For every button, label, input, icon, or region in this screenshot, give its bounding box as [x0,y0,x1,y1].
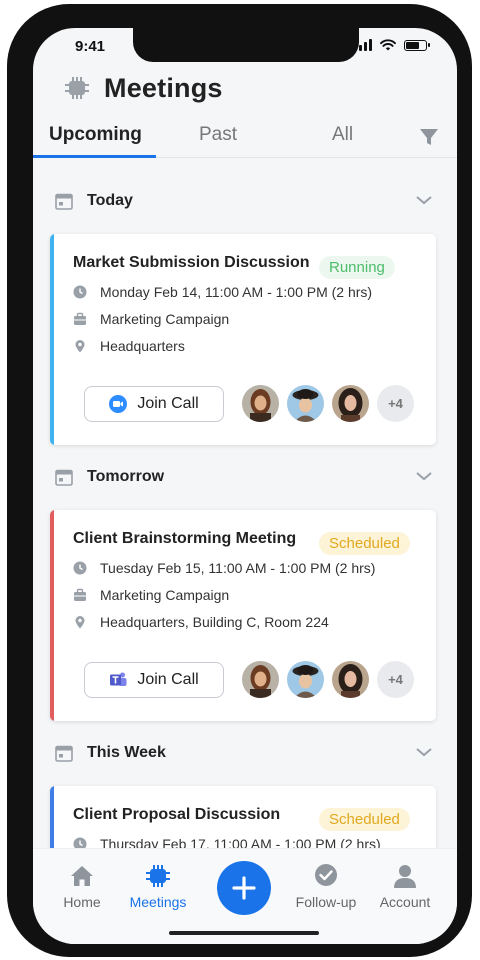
status-badge: Running [319,256,395,279]
active-tab-indicator [33,155,156,158]
tab-past[interactable]: Past [199,124,237,146]
meeting-time-row: Monday Feb 14, 11:00 AM - 1:00 PM (2 hrs… [73,282,372,302]
more-attendees-badge[interactable]: +4 [377,385,414,422]
meeting-time: Monday Feb 14, 11:00 AM - 1:00 PM (2 hrs… [100,284,373,300]
clock-icon [73,561,87,575]
meeting-card[interactable]: Client Brainstorming Meeting Scheduled T… [50,510,436,721]
nav-label: Home [63,894,101,910]
status-badge: Scheduled [319,532,410,555]
meeting-campaign-row: Marketing Campaign [73,585,229,605]
header: Meetings [33,68,457,108]
section-label: Today [87,192,133,209]
nav-home[interactable]: Home [42,863,122,910]
chevron-down-icon[interactable] [415,193,433,207]
wifi-icon [380,39,396,51]
meeting-time-row: Tuesday Feb 15, 11:00 AM - 1:00 PM (2 hr… [73,558,375,578]
avatar [242,385,279,422]
location-pin-icon [75,616,85,629]
plus-icon [232,876,256,900]
nav-label: Meetings [129,894,187,910]
meeting-campaign: Marketing Campaign [100,311,230,327]
card-accent-bar [50,786,54,849]
calendar-icon [55,193,73,210]
phone-frame: 9:41 Meetings Upcoming Past All Today Ma… [7,4,472,957]
clock-icon [73,285,87,299]
more-attendees-badge[interactable]: +4 [377,661,414,698]
section-header-tomorrow[interactable]: Tomorrow [33,462,457,492]
join-call-button[interactable]: Join Call [84,386,224,422]
briefcase-icon [74,588,86,601]
nav-label: Follow-up [295,894,357,910]
meeting-title: Client Brainstorming Meeting [73,530,297,547]
location-pin-icon [75,340,85,353]
teams-icon [110,672,127,686]
join-call-button[interactable]: Join Call [84,662,224,698]
screen: 9:41 Meetings Upcoming Past All Today Ma… [33,28,457,944]
meeting-title: Client Proposal Discussion [73,806,281,823]
attendee-avatars[interactable]: +4 [242,661,414,698]
meeting-title: Market Submission Discussion [73,254,310,271]
filter-icon[interactable] [419,127,439,147]
page-title: Meetings [104,72,223,103]
meeting-card[interactable]: Market Submission Discussion Running Mon… [50,234,436,445]
chip-icon [146,865,170,887]
chip-icon [65,77,89,99]
attendee-avatars[interactable]: +4 [242,385,414,422]
briefcase-icon [74,312,86,325]
meeting-time-row: Thursday Feb 17, 11:00 AM - 1:00 PM (2 h… [73,834,381,849]
nav-meetings[interactable]: Meetings [118,863,198,910]
chevron-down-icon[interactable] [415,745,433,759]
status-badge: Scheduled [319,808,410,831]
zoom-icon [109,395,128,413]
tab-upcoming[interactable]: Upcoming [49,124,142,146]
calendar-icon [55,469,73,486]
person-icon [394,865,416,888]
notch [133,28,359,62]
tab-all[interactable]: All [332,124,353,146]
meeting-campaign-row: Marketing Campaign [73,309,229,329]
meeting-location: Headquarters [100,338,185,354]
avatar [332,661,369,698]
avatar [332,385,369,422]
nav-label: Account [379,894,431,910]
check-circle-icon [315,864,337,886]
home-icon [71,866,93,886]
meeting-list: Today Market Submission Discussion Runni… [33,159,457,849]
join-call-label: Join Call [137,671,199,688]
meeting-card[interactable]: Client Proposal Discussion Scheduled Thu… [50,786,436,849]
home-indicator [169,931,319,935]
section-header-this-week[interactable]: This Week [33,738,457,768]
meeting-time: Tuesday Feb 15, 11:00 AM - 1:00 PM (2 hr… [100,560,376,576]
tab-bar: Upcoming Past All [33,118,457,158]
nav-account[interactable]: Account [365,863,445,910]
calendar-icon [55,745,73,762]
avatar [287,385,324,422]
meeting-location-row: Headquarters, Building C, Room 224 [73,612,329,632]
avatar [242,661,279,698]
section-label: This Week [87,744,166,761]
card-accent-bar [50,510,54,721]
chevron-down-icon[interactable] [415,469,433,483]
meeting-location-row: Headquarters [73,336,185,356]
section-label: Tomorrow [87,468,165,485]
avatar [287,661,324,698]
meeting-location: Headquarters, Building C, Room 224 [100,614,329,630]
battery-icon [404,39,430,51]
join-call-label: Join Call [137,395,199,412]
add-meeting-button[interactable] [217,861,271,915]
card-accent-bar [50,234,54,445]
bottom-nav: Home Meetings Follow-up Account [33,848,457,944]
meeting-campaign: Marketing Campaign [100,587,230,603]
section-header-today[interactable]: Today [33,186,457,216]
nav-follow-up[interactable]: Follow-up [286,863,366,910]
status-time: 9:41 [75,38,106,55]
status-icons [354,39,430,51]
